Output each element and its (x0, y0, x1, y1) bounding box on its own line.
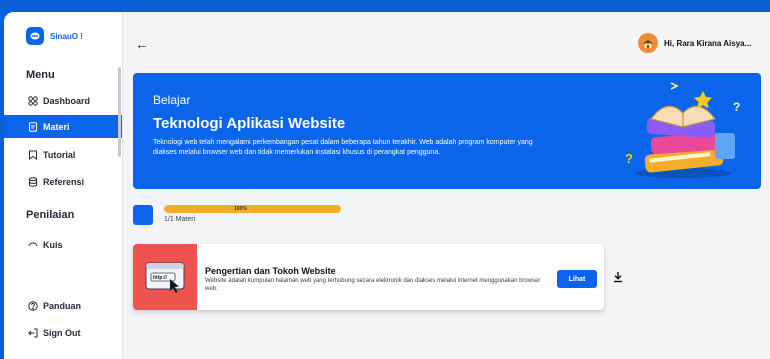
website-thumbnail-icon: http:// (133, 244, 197, 310)
materi-description: Website adalah kumpulan halaman web yang… (205, 278, 541, 292)
sidebar-item-label: Materi (43, 121, 70, 132)
sidebar-item-tutorial[interactable]: Tutorial (4, 143, 122, 166)
sidebar-item-materi[interactable]: Materi (4, 115, 122, 138)
svg-text:?: ? (733, 100, 740, 114)
sidebar-item-label: Sign Out (43, 327, 81, 338)
sidebar-item-panduan[interactable]: Panduan (4, 294, 122, 317)
progress-percent: 100% (234, 206, 247, 212)
menu-heading: Menu (26, 69, 55, 81)
app-logo[interactable]: SinauO ! (26, 27, 83, 45)
user-greeting: Hi, Rara Kirana Aisya... (664, 38, 752, 48)
hero-title: Teknologi Aplikasi Website (153, 115, 346, 132)
app-name: SinauO ! (50, 31, 83, 41)
thumbnail-label: http:// (153, 275, 167, 281)
logo-icon (26, 27, 44, 45)
sidebar-item-label: Tutorial (43, 149, 76, 160)
books-illustration-icon: ? ? (621, 79, 741, 188)
help-icon (28, 300, 38, 311)
lihat-button[interactable]: Lihat (557, 270, 597, 288)
progress-count: 1/1 Materi (164, 216, 196, 223)
sidebar-item-label: Referensi (43, 176, 85, 187)
sidebar-scrollbar[interactable] (118, 67, 121, 157)
progress-bar (164, 205, 341, 213)
sidebar-item-label: Panduan (43, 300, 82, 311)
bookmark-icon (28, 150, 38, 160)
kuis-icon (28, 240, 38, 248)
download-icon[interactable] (610, 268, 626, 286)
sidebar-item-label: Kuis (43, 240, 63, 248)
document-icon (28, 121, 38, 132)
sidebar-item-kuis[interactable]: Kuis (4, 240, 122, 248)
sidebar: SinauO ! Menu Dashboard Materi Tutorial (4, 12, 123, 359)
sidebar-item-dashboard[interactable]: Dashboard (4, 89, 122, 112)
grid-icon (28, 95, 38, 106)
sidebar-item-label: Dashboard (43, 95, 91, 106)
avatar (638, 33, 658, 53)
hero-subtitle: Belajar (153, 93, 191, 107)
user-profile[interactable]: Hi, Rara Kirana Aisya... (638, 33, 756, 53)
hero-banner: Belajar Teknologi Aplikasi Website Tekno… (133, 73, 761, 189)
database-icon (28, 176, 38, 187)
materi-card[interactable]: http:// Pengertian dan Tokoh Website Web… (133, 244, 622, 310)
back-arrow-icon[interactable]: ← (135, 36, 149, 52)
progress-fill (164, 205, 341, 213)
progress-icon (133, 205, 153, 225)
app-window: SinauO ! Menu Dashboard Materi Tutorial (4, 12, 770, 359)
svg-text:?: ? (625, 151, 633, 166)
materi-title: Pengertian dan Tokoh Website (205, 266, 336, 276)
sidebar-item-sign-out[interactable]: Sign Out (4, 321, 122, 344)
hero-description: Teknologi web telah mengalami perkembang… (153, 139, 533, 156)
sign-out-icon (28, 328, 38, 338)
sidebar-item-referensi[interactable]: Referensi (4, 170, 122, 193)
penilaian-heading: Penilaian (26, 209, 75, 221)
